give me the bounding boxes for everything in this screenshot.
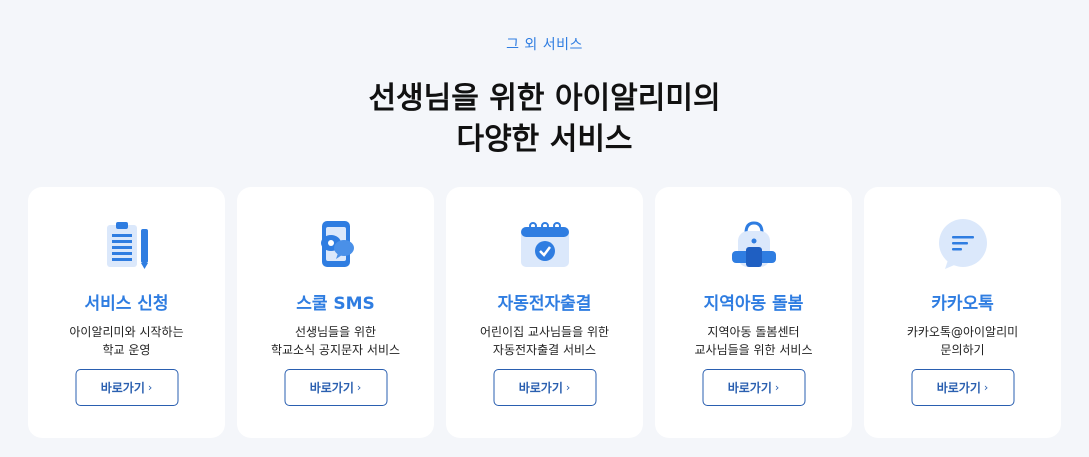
chevron-right-icon: › (983, 381, 989, 394)
card-description-line1: 지역아동 돌봄센터 (707, 325, 800, 339)
service-card-sms: 스쿨 SMS 선생님들을 위한 학교소식 공지문자 서비스 바로가기 › (237, 187, 434, 438)
backpack-icon (726, 217, 782, 273)
go-button-label: 바로가기 (100, 381, 145, 395)
chat-bubble-icon (935, 217, 991, 273)
card-description-line2: 문의하기 (940, 343, 985, 357)
card-description-line1: 아이알리미와 시작하는 (69, 325, 184, 339)
clipboard-pencil-icon (99, 217, 155, 273)
card-title: 지역아동 돌봄 (703, 294, 804, 314)
card-description: 아이알리미와 시작하는 학교 운영 (28, 323, 225, 359)
go-button-label: 바로가기 (936, 381, 981, 395)
section-eyebrow: 그 외 서비스 (506, 37, 583, 53)
chevron-right-icon: › (774, 381, 780, 394)
go-button[interactable]: 바로가기 › (702, 369, 805, 406)
go-button-label: 바로가기 (518, 381, 563, 395)
section-title-line1: 선생님을 위한 아이알리미의 (368, 81, 721, 116)
card-title: 서비스 신청 (84, 294, 169, 314)
card-description: 선생님들을 위한 학교소식 공지문자 서비스 (237, 323, 434, 359)
go-button[interactable]: 바로가기 › (493, 369, 596, 406)
go-button[interactable]: 바로가기 › (75, 369, 178, 406)
go-button[interactable]: 바로가기 › (284, 369, 387, 406)
card-description-line1: 카카오톡@아이알리미 (906, 325, 1019, 339)
card-description-line2: 교사님들을 위한 서비스 (694, 343, 813, 357)
service-card-apply: 서비스 신청 아이알리미와 시작하는 학교 운영 바로가기 › (28, 187, 225, 438)
go-button-label: 바로가기 (309, 381, 354, 395)
section-title-line2: 다양한 서비스 (456, 122, 633, 157)
card-description-line2: 학교소식 공지문자 서비스 (270, 343, 401, 357)
chevron-right-icon: › (147, 381, 153, 394)
service-card-attendance: 자동전자출결 어린이집 교사님들을 위한 자동전자출결 서비스 바로가기 › (446, 187, 643, 438)
section-title: 선생님을 위한 아이알리미의 다양한 서비스 (0, 78, 1089, 160)
card-description-line2: 학교 운영 (102, 343, 151, 357)
calendar-check-icon (517, 217, 573, 273)
card-description-line1: 어린이집 교사님들을 위한 (479, 325, 610, 339)
card-description: 어린이집 교사님들을 위한 자동전자출결 서비스 (446, 323, 643, 359)
card-title: 스쿨 SMS (296, 294, 375, 314)
chevron-right-icon: › (356, 381, 362, 394)
card-title: 카카오톡 (931, 294, 994, 314)
service-cards: 서비스 신청 아이알리미와 시작하는 학교 운영 바로가기 › 스쿨 SMS 선… (28, 187, 1061, 438)
service-card-childcare: 지역아동 돌봄 지역아동 돌봄센터 교사님들을 위한 서비스 바로가기 › (655, 187, 852, 438)
chevron-right-icon: › (565, 381, 571, 394)
card-description-line2: 자동전자출결 서비스 (492, 343, 597, 357)
card-description-line1: 선생님들을 위한 (294, 325, 377, 339)
card-description: 지역아동 돌봄센터 교사님들을 위한 서비스 (655, 323, 852, 359)
go-button-label: 바로가기 (727, 381, 772, 395)
service-card-kakaotalk: 카카오톡 카카오톡@아이알리미 문의하기 바로가기 › (864, 187, 1061, 438)
go-button[interactable]: 바로가기 › (911, 369, 1014, 406)
card-title: 자동전자출결 (497, 294, 592, 314)
phone-chat-icon (308, 217, 364, 273)
card-description: 카카오톡@아이알리미 문의하기 (864, 323, 1061, 359)
